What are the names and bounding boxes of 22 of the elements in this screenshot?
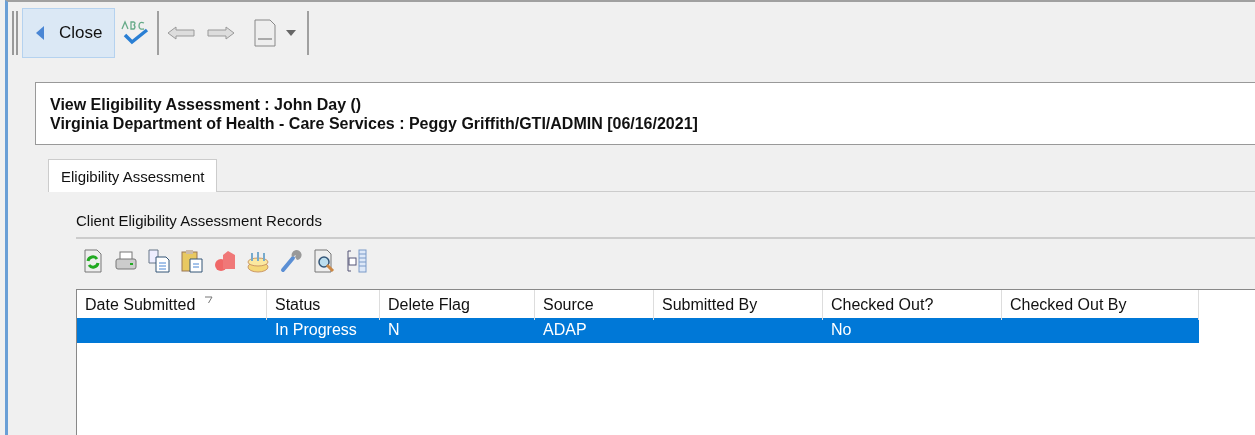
copy-icon[interactable] bbox=[148, 249, 170, 273]
table-cell-text: In Progress bbox=[274, 320, 358, 340]
preview-icon[interactable] bbox=[313, 249, 335, 273]
table-cell-text: N bbox=[387, 320, 401, 340]
columns-icon[interactable] bbox=[346, 249, 368, 273]
refresh-icon[interactable] bbox=[82, 249, 104, 273]
spellcheck-icon[interactable] bbox=[119, 20, 150, 46]
section-title: Client Eligibility Assessment Records bbox=[76, 212, 1255, 239]
back-arrow-icon[interactable] bbox=[167, 25, 196, 41]
close-button[interactable]: Close bbox=[22, 8, 116, 58]
birthday-cake-icon[interactable] bbox=[247, 249, 269, 273]
table-cell-text: No bbox=[830, 320, 853, 340]
printer-icon[interactable] bbox=[115, 249, 137, 273]
paste-icon[interactable] bbox=[181, 249, 203, 273]
tab[interactable]: Eligibility Assessment bbox=[48, 159, 218, 192]
page-subtitle: Virginia Department of Health - Care Services : Peggy Griffith/GTI/ADMIN [06/16/2021] bbox=[50, 113, 699, 133]
table-row[interactable]: In Progress N ADAP No bbox=[77, 318, 1199, 343]
table-cell-text: ADAP bbox=[542, 320, 588, 340]
forward-arrow-icon[interactable] bbox=[207, 25, 236, 41]
page-title: View Eligibility Assessment : John Day () bbox=[50, 94, 363, 114]
left-triangle-icon bbox=[35, 25, 45, 41]
wrench-icon[interactable] bbox=[280, 249, 302, 273]
